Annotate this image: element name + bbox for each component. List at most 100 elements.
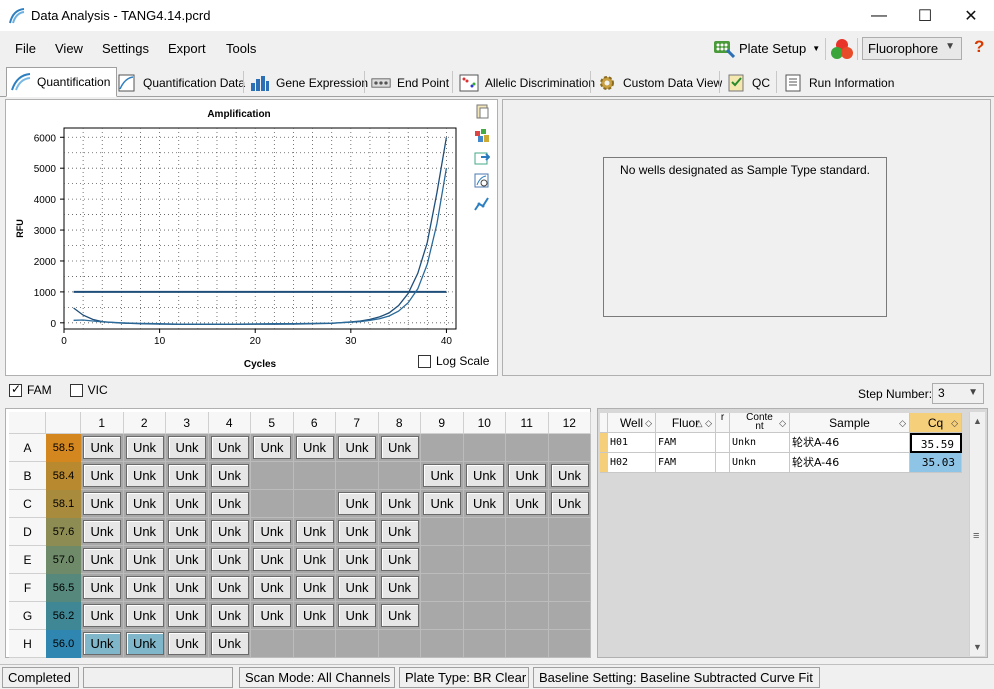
- copy-icon[interactable]: [474, 104, 490, 120]
- plate-well[interactable]: Unk: [293, 546, 336, 574]
- plate-well[interactable]: [336, 630, 379, 658]
- plate-well[interactable]: Unk: [548, 490, 591, 518]
- plate-well[interactable]: Unk: [166, 518, 209, 546]
- well-sample-type[interactable]: Unk: [295, 436, 334, 459]
- plate-well[interactable]: [548, 546, 591, 574]
- well-sample-type[interactable]: Unk: [83, 492, 121, 515]
- table-scrollbar[interactable]: ▲ ≡ ▼: [969, 412, 985, 656]
- plate-well[interactable]: [506, 518, 549, 546]
- plate-row-header[interactable]: E: [9, 546, 46, 574]
- amplification-chart[interactable]: 0 10 20 30 40 0 1000 2000 3000 4000 5000 6000 Cycles…: [6, 100, 472, 377]
- menu-tools[interactable]: Tools: [226, 41, 256, 56]
- plate-well[interactable]: Unk: [506, 490, 549, 518]
- plate-well[interactable]: Unk: [81, 434, 124, 462]
- plate-well[interactable]: [506, 602, 549, 630]
- plate-well[interactable]: Unk: [378, 434, 421, 462]
- well-sample-type[interactable]: Unk: [380, 604, 419, 627]
- plate-well[interactable]: [421, 434, 464, 462]
- plate-well[interactable]: Unk: [293, 518, 336, 546]
- plate-well[interactable]: [293, 630, 336, 658]
- plate-row-header[interactable]: D: [9, 518, 46, 546]
- plate-well[interactable]: Unk: [166, 574, 209, 602]
- well-sample-type[interactable]: Unk: [83, 548, 121, 571]
- plate-column-header[interactable]: 9: [421, 412, 464, 434]
- plate-row-header[interactable]: H: [9, 630, 46, 658]
- cell-cq[interactable]: 35.59: [910, 433, 962, 453]
- plate-well[interactable]: Unk: [208, 546, 251, 574]
- plate-well[interactable]: Unk: [208, 490, 251, 518]
- well-sample-type[interactable]: Unk: [380, 520, 419, 543]
- plate-well[interactable]: Unk: [81, 490, 124, 518]
- tab-gene-expression[interactable]: Gene Expression: [245, 69, 375, 96]
- maximize-button[interactable]: ☐: [902, 0, 948, 31]
- well-sample-type[interactable]: Unk: [295, 548, 334, 571]
- well-sample-type[interactable]: Unk: [550, 492, 589, 515]
- plate-column-header[interactable]: 4: [208, 412, 251, 434]
- scroll-down-icon[interactable]: ▼: [973, 642, 982, 652]
- scroll-grip-icon[interactable]: ≡: [973, 530, 979, 542]
- column-header-cq[interactable]: Cq ◇: [910, 413, 962, 433]
- tab-custom-data-view[interactable]: Custom Data View: [592, 69, 729, 96]
- plate-well[interactable]: Unk: [293, 602, 336, 630]
- help-icon[interactable]: ?: [974, 37, 984, 57]
- cell-content[interactable]: Unkn: [730, 433, 790, 453]
- plate-well[interactable]: [506, 546, 549, 574]
- plate-well[interactable]: [506, 630, 549, 658]
- plate-well[interactable]: [548, 630, 591, 658]
- plate-row-header[interactable]: C: [9, 490, 46, 518]
- tab-quantification-data[interactable]: Quantification Data: [112, 69, 252, 96]
- plate-well[interactable]: [463, 602, 506, 630]
- sort-icon[interactable]: ◇: [779, 413, 786, 433]
- log-scale-checkbox[interactable]: [418, 354, 431, 368]
- plate-well[interactable]: Unk: [166, 462, 209, 490]
- cell-well[interactable]: H02: [608, 453, 656, 473]
- well-sample-type[interactable]: Unk: [338, 576, 376, 599]
- column-header-sample[interactable]: Sample ◇: [790, 413, 910, 433]
- plate-well[interactable]: [378, 630, 421, 658]
- plate-well[interactable]: [548, 518, 591, 546]
- tab-qc[interactable]: QC: [721, 69, 777, 96]
- plate-well[interactable]: Unk: [463, 462, 506, 490]
- well-sample-type[interactable]: Unk: [83, 436, 121, 459]
- well-sample-type[interactable]: Unk: [125, 436, 164, 459]
- tab-run-information[interactable]: Run Information: [778, 69, 901, 96]
- well-sample-type[interactable]: Unk: [338, 604, 376, 627]
- well-sample-type[interactable]: Unk: [550, 464, 589, 487]
- well-sample-type[interactable]: Unk: [125, 464, 164, 487]
- plate-column-header[interactable]: 12: [548, 412, 591, 434]
- plate-well[interactable]: Unk: [251, 434, 294, 462]
- well-sample-type[interactable]: Unk: [83, 632, 121, 655]
- plate-well[interactable]: Unk: [166, 630, 209, 658]
- plate-row-header[interactable]: F: [9, 574, 46, 602]
- well-sample-type[interactable]: Unk: [168, 464, 206, 487]
- cell-well[interactable]: H01: [608, 433, 656, 453]
- well-sample-type[interactable]: Unk: [168, 548, 206, 571]
- well-sample-type[interactable]: Unk: [423, 492, 461, 515]
- well-sample-type[interactable]: Unk: [253, 548, 291, 571]
- plate-well[interactable]: Unk: [293, 434, 336, 462]
- plate-well[interactable]: Unk: [378, 546, 421, 574]
- well-sample-type[interactable]: Unk: [210, 520, 249, 543]
- export-icon[interactable]: [474, 127, 490, 143]
- plate-column-header[interactable]: 11: [506, 412, 549, 434]
- well-sample-type[interactable]: Unk: [338, 492, 376, 515]
- plate-well[interactable]: [293, 462, 336, 490]
- plate-well[interactable]: [548, 602, 591, 630]
- plate-well[interactable]: [251, 630, 294, 658]
- line-graph-icon[interactable]: [474, 196, 490, 212]
- plate-well[interactable]: Unk: [421, 462, 464, 490]
- plate-well[interactable]: [421, 630, 464, 658]
- plate-well[interactable]: Unk: [548, 462, 591, 490]
- plate-row-header[interactable]: G: [9, 602, 46, 630]
- well-sample-type[interactable]: Unk: [125, 548, 164, 571]
- plate-well[interactable]: Unk: [166, 546, 209, 574]
- plate-well[interactable]: [293, 490, 336, 518]
- plate-well[interactable]: Unk: [293, 574, 336, 602]
- plate-column-header[interactable]: 3: [166, 412, 209, 434]
- cell-fluor[interactable]: FAM: [656, 453, 716, 473]
- plate-row-header[interactable]: A: [9, 434, 46, 462]
- row-indicator[interactable]: [600, 453, 608, 473]
- well-sample-type[interactable]: Unk: [380, 576, 419, 599]
- plate-well[interactable]: Unk: [251, 574, 294, 602]
- well-sample-type[interactable]: Unk: [338, 520, 376, 543]
